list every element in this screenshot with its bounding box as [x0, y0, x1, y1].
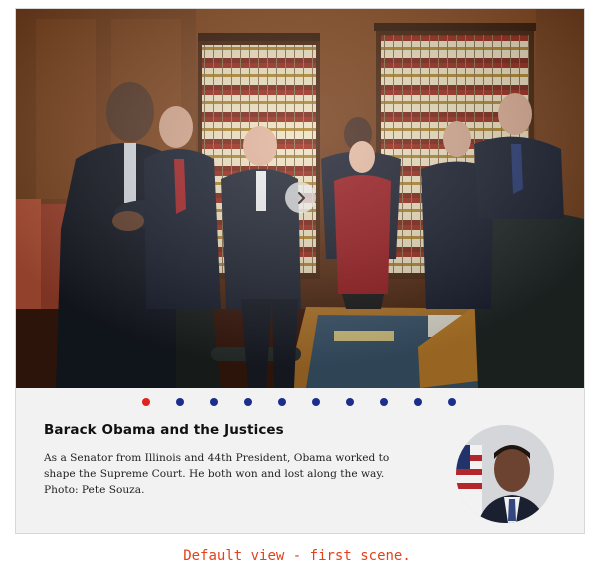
pagination-dot[interactable]	[414, 398, 422, 406]
slide-title: Barack Obama and the Justices	[44, 422, 284, 438]
pagination-dot[interactable]	[176, 398, 184, 406]
pagination-dot[interactable]	[346, 398, 354, 406]
portrait-illustration	[456, 425, 554, 523]
slideshow: Barack Obama and the Justices As a Senat…	[15, 8, 585, 534]
pagination-dot[interactable]	[380, 398, 388, 406]
slide-description: As a Senator from Illinois and 44th Pres…	[44, 452, 390, 496]
pagination-dot[interactable]	[312, 398, 320, 406]
view-caption: Default view - first scene.	[183, 548, 411, 564]
pagination-dot[interactable]	[142, 398, 150, 406]
portrait-photo	[456, 425, 554, 523]
pagination-dot[interactable]	[448, 398, 456, 406]
pagination-dot[interactable]	[278, 398, 286, 406]
slide-photo[interactable]	[16, 9, 584, 388]
pagination-dot[interactable]	[210, 398, 218, 406]
next-slide-button[interactable]	[285, 182, 316, 213]
chevron-right-icon	[297, 191, 305, 204]
slide-pagination	[16, 397, 584, 409]
pagination-dot[interactable]	[244, 398, 252, 406]
